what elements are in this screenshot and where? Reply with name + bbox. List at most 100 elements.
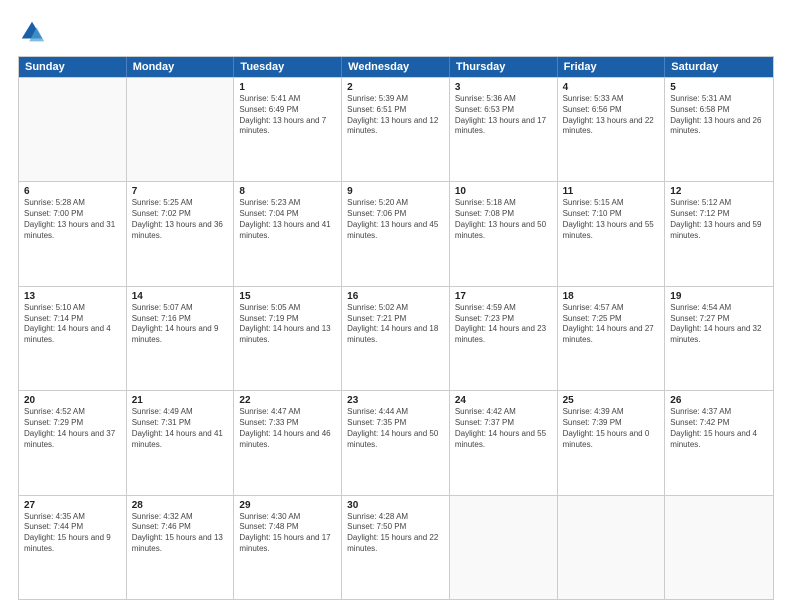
cell-date: 5 <box>670 82 768 93</box>
cell-info: Sunrise: 5:18 AM Sunset: 7:08 PM Dayligh… <box>455 198 552 241</box>
calendar-cell: 29Sunrise: 4:30 AM Sunset: 7:48 PM Dayli… <box>234 496 342 599</box>
cell-date: 10 <box>455 186 552 197</box>
cell-info: Sunrise: 4:37 AM Sunset: 7:42 PM Dayligh… <box>670 407 768 450</box>
calendar-cell: 16Sunrise: 5:02 AM Sunset: 7:21 PM Dayli… <box>342 287 450 390</box>
cell-info: Sunrise: 5:36 AM Sunset: 6:53 PM Dayligh… <box>455 94 552 137</box>
cell-info: Sunrise: 4:44 AM Sunset: 7:35 PM Dayligh… <box>347 407 444 450</box>
cell-date: 16 <box>347 291 444 302</box>
cell-date: 27 <box>24 500 121 511</box>
cell-info: Sunrise: 5:02 AM Sunset: 7:21 PM Dayligh… <box>347 303 444 346</box>
cell-date: 3 <box>455 82 552 93</box>
cell-info: Sunrise: 4:52 AM Sunset: 7:29 PM Dayligh… <box>24 407 121 450</box>
cell-info: Sunrise: 5:33 AM Sunset: 6:56 PM Dayligh… <box>563 94 660 137</box>
cell-info: Sunrise: 4:47 AM Sunset: 7:33 PM Dayligh… <box>239 407 336 450</box>
cell-info: Sunrise: 5:10 AM Sunset: 7:14 PM Dayligh… <box>24 303 121 346</box>
calendar-cell: 8Sunrise: 5:23 AM Sunset: 7:04 PM Daylig… <box>234 182 342 285</box>
cell-info: Sunrise: 4:30 AM Sunset: 7:48 PM Dayligh… <box>239 512 336 555</box>
day-header-thursday: Thursday <box>450 57 558 77</box>
cell-date: 28 <box>132 500 229 511</box>
cell-info: Sunrise: 4:39 AM Sunset: 7:39 PM Dayligh… <box>563 407 660 450</box>
cell-date: 30 <box>347 500 444 511</box>
cell-info: Sunrise: 5:12 AM Sunset: 7:12 PM Dayligh… <box>670 198 768 241</box>
calendar-cell: 28Sunrise: 4:32 AM Sunset: 7:46 PM Dayli… <box>127 496 235 599</box>
calendar-cell: 11Sunrise: 5:15 AM Sunset: 7:10 PM Dayli… <box>558 182 666 285</box>
cell-date: 25 <box>563 395 660 406</box>
cell-info: Sunrise: 5:41 AM Sunset: 6:49 PM Dayligh… <box>239 94 336 137</box>
cell-date: 18 <box>563 291 660 302</box>
calendar-cell: 23Sunrise: 4:44 AM Sunset: 7:35 PM Dayli… <box>342 391 450 494</box>
cell-info: Sunrise: 5:31 AM Sunset: 6:58 PM Dayligh… <box>670 94 768 137</box>
cell-date: 9 <box>347 186 444 197</box>
cell-date: 6 <box>24 186 121 197</box>
cell-date: 4 <box>563 82 660 93</box>
calendar-cell: 3Sunrise: 5:36 AM Sunset: 6:53 PM Daylig… <box>450 78 558 181</box>
calendar-cell: 7Sunrise: 5:25 AM Sunset: 7:02 PM Daylig… <box>127 182 235 285</box>
cell-date: 7 <box>132 186 229 197</box>
cell-date: 29 <box>239 500 336 511</box>
calendar-cell: 22Sunrise: 4:47 AM Sunset: 7:33 PM Dayli… <box>234 391 342 494</box>
calendar-row-4: 27Sunrise: 4:35 AM Sunset: 7:44 PM Dayli… <box>19 495 773 599</box>
calendar-cell: 20Sunrise: 4:52 AM Sunset: 7:29 PM Dayli… <box>19 391 127 494</box>
calendar-row-1: 6Sunrise: 5:28 AM Sunset: 7:00 PM Daylig… <box>19 181 773 285</box>
cell-date: 21 <box>132 395 229 406</box>
cell-info: Sunrise: 5:05 AM Sunset: 7:19 PM Dayligh… <box>239 303 336 346</box>
calendar-cell: 21Sunrise: 4:49 AM Sunset: 7:31 PM Dayli… <box>127 391 235 494</box>
cell-info: Sunrise: 4:49 AM Sunset: 7:31 PM Dayligh… <box>132 407 229 450</box>
cell-date: 13 <box>24 291 121 302</box>
cell-info: Sunrise: 4:28 AM Sunset: 7:50 PM Dayligh… <box>347 512 444 555</box>
cell-info: Sunrise: 4:35 AM Sunset: 7:44 PM Dayligh… <box>24 512 121 555</box>
cell-info: Sunrise: 5:39 AM Sunset: 6:51 PM Dayligh… <box>347 94 444 137</box>
header <box>18 18 774 46</box>
calendar-cell <box>19 78 127 181</box>
cell-info: Sunrise: 4:57 AM Sunset: 7:25 PM Dayligh… <box>563 303 660 346</box>
cell-info: Sunrise: 4:59 AM Sunset: 7:23 PM Dayligh… <box>455 303 552 346</box>
calendar-cell: 10Sunrise: 5:18 AM Sunset: 7:08 PM Dayli… <box>450 182 558 285</box>
cell-date: 23 <box>347 395 444 406</box>
calendar-cell: 9Sunrise: 5:20 AM Sunset: 7:06 PM Daylig… <box>342 182 450 285</box>
calendar-cell <box>450 496 558 599</box>
cell-date: 22 <box>239 395 336 406</box>
calendar-cell: 27Sunrise: 4:35 AM Sunset: 7:44 PM Dayli… <box>19 496 127 599</box>
cell-info: Sunrise: 4:54 AM Sunset: 7:27 PM Dayligh… <box>670 303 768 346</box>
calendar-cell: 12Sunrise: 5:12 AM Sunset: 7:12 PM Dayli… <box>665 182 773 285</box>
cell-info: Sunrise: 5:07 AM Sunset: 7:16 PM Dayligh… <box>132 303 229 346</box>
cell-info: Sunrise: 4:32 AM Sunset: 7:46 PM Dayligh… <box>132 512 229 555</box>
calendar-cell: 18Sunrise: 4:57 AM Sunset: 7:25 PM Dayli… <box>558 287 666 390</box>
calendar-cell: 24Sunrise: 4:42 AM Sunset: 7:37 PM Dayli… <box>450 391 558 494</box>
calendar-cell <box>558 496 666 599</box>
logo <box>18 18 50 46</box>
cell-info: Sunrise: 5:25 AM Sunset: 7:02 PM Dayligh… <box>132 198 229 241</box>
cell-info: Sunrise: 5:20 AM Sunset: 7:06 PM Dayligh… <box>347 198 444 241</box>
cell-info: Sunrise: 5:23 AM Sunset: 7:04 PM Dayligh… <box>239 198 336 241</box>
day-header-sunday: Sunday <box>19 57 127 77</box>
calendar-cell: 14Sunrise: 5:07 AM Sunset: 7:16 PM Dayli… <box>127 287 235 390</box>
calendar-cell: 1Sunrise: 5:41 AM Sunset: 6:49 PM Daylig… <box>234 78 342 181</box>
calendar-cell <box>665 496 773 599</box>
cell-info: Sunrise: 4:42 AM Sunset: 7:37 PM Dayligh… <box>455 407 552 450</box>
calendar-row-0: 1Sunrise: 5:41 AM Sunset: 6:49 PM Daylig… <box>19 77 773 181</box>
day-header-friday: Friday <box>558 57 666 77</box>
cell-date: 14 <box>132 291 229 302</box>
cell-date: 24 <box>455 395 552 406</box>
calendar-row-3: 20Sunrise: 4:52 AM Sunset: 7:29 PM Dayli… <box>19 390 773 494</box>
day-header-saturday: Saturday <box>665 57 773 77</box>
calendar-cell: 6Sunrise: 5:28 AM Sunset: 7:00 PM Daylig… <box>19 182 127 285</box>
logo-icon <box>18 18 46 46</box>
calendar-cell: 17Sunrise: 4:59 AM Sunset: 7:23 PM Dayli… <box>450 287 558 390</box>
calendar-cell: 15Sunrise: 5:05 AM Sunset: 7:19 PM Dayli… <box>234 287 342 390</box>
cell-info: Sunrise: 5:28 AM Sunset: 7:00 PM Dayligh… <box>24 198 121 241</box>
calendar-header: SundayMondayTuesdayWednesdayThursdayFrid… <box>19 57 773 77</box>
calendar-cell: 30Sunrise: 4:28 AM Sunset: 7:50 PM Dayli… <box>342 496 450 599</box>
cell-date: 8 <box>239 186 336 197</box>
cell-date: 12 <box>670 186 768 197</box>
page: SundayMondayTuesdayWednesdayThursdayFrid… <box>0 0 792 612</box>
day-header-wednesday: Wednesday <box>342 57 450 77</box>
cell-date: 17 <box>455 291 552 302</box>
calendar-cell: 2Sunrise: 5:39 AM Sunset: 6:51 PM Daylig… <box>342 78 450 181</box>
calendar-row-2: 13Sunrise: 5:10 AM Sunset: 7:14 PM Dayli… <box>19 286 773 390</box>
cell-date: 19 <box>670 291 768 302</box>
cell-date: 1 <box>239 82 336 93</box>
cell-date: 20 <box>24 395 121 406</box>
calendar-cell: 5Sunrise: 5:31 AM Sunset: 6:58 PM Daylig… <box>665 78 773 181</box>
calendar-body: 1Sunrise: 5:41 AM Sunset: 6:49 PM Daylig… <box>19 77 773 599</box>
